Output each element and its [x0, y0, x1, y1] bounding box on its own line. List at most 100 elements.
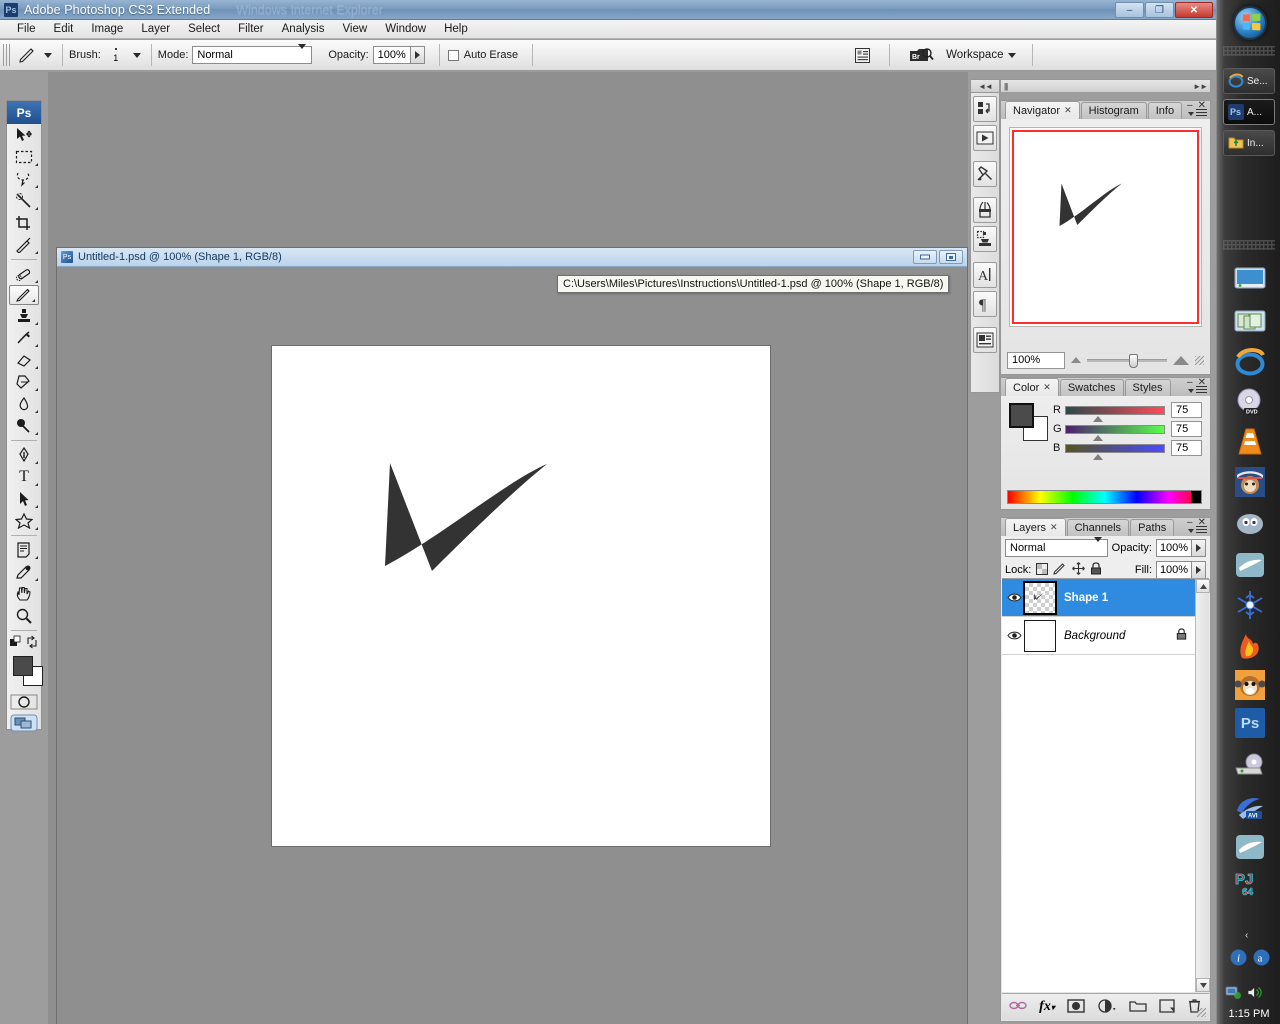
lock-position-icon[interactable]	[1072, 562, 1085, 578]
taskbar-clock[interactable]: 1:15 PM	[1217, 1008, 1280, 1020]
disc-burner-icon[interactable]	[1233, 748, 1267, 782]
maximize-button[interactable]: ❐	[1145, 2, 1174, 18]
flame-app-icon[interactable]	[1233, 628, 1267, 662]
navigator-panel-menu-button[interactable]	[1188, 109, 1207, 118]
workspace-button[interactable]: Workspace	[946, 49, 1016, 61]
layers-scroll-up-button[interactable]	[1196, 579, 1210, 593]
avi-codec-icon[interactable]: AVI	[1233, 790, 1267, 824]
layer-row-shape-1[interactable]: Shape 1	[1002, 579, 1209, 617]
layer-visibility-toggle-background[interactable]	[1004, 630, 1024, 641]
menu-help[interactable]: Help	[435, 21, 477, 37]
start-orb-icon[interactable]	[1233, 6, 1267, 40]
foreground-background-color-swatches[interactable]	[7, 652, 41, 692]
new-layer-icon[interactable]	[1159, 999, 1175, 1016]
tool-clone-stamp[interactable]	[7, 305, 41, 327]
b-value[interactable]: 75	[1171, 440, 1202, 456]
tab-color-close-icon[interactable]: ✕	[1043, 382, 1051, 393]
tool-presets-icon[interactable]	[973, 161, 997, 187]
volume-icon[interactable]	[1246, 985, 1263, 1003]
menu-layer[interactable]: Layer	[132, 21, 179, 37]
tab-channels[interactable]: Channels	[1067, 519, 1129, 536]
taskbar-button-instructions[interactable]: In...	[1223, 130, 1275, 156]
menu-filter[interactable]: Filter	[229, 21, 273, 37]
actions-play-icon[interactable]	[973, 125, 997, 151]
layers-opacity-input[interactable]: 100%	[1156, 539, 1192, 557]
tool-lasso[interactable]	[7, 168, 41, 190]
tool-notes[interactable]	[7, 539, 41, 561]
tab-layers[interactable]: Layers ✕	[1005, 518, 1066, 536]
layer-name-background[interactable]: Background	[1064, 630, 1125, 642]
tool-pencil[interactable]	[9, 285, 39, 305]
tool-magic-wand[interactable]	[7, 190, 41, 212]
layers-scroll-down-button[interactable]	[1196, 978, 1210, 992]
panels-expand-arrows-icon[interactable]: ►►	[1193, 82, 1207, 91]
foreground-color-swatch[interactable]	[13, 656, 33, 676]
tool-zoom[interactable]	[7, 605, 41, 627]
lock-image-pixels-icon[interactable]	[1053, 563, 1067, 578]
navigator-zoom-input[interactable]: 100%	[1007, 352, 1065, 369]
minimize-button[interactable]: –	[1115, 2, 1144, 18]
tab-layers-close-icon[interactable]: ✕	[1050, 522, 1058, 533]
navigator-zoom-slider-thumb[interactable]	[1129, 354, 1138, 368]
auto-erase-checkbox-row[interactable]: Auto Erase	[448, 49, 518, 61]
pencil-tool-icon[interactable]	[14, 44, 40, 66]
screen-mode-button[interactable]	[7, 712, 41, 734]
r-slider[interactable]	[1065, 406, 1165, 415]
openoffice-second-icon[interactable]	[1233, 830, 1267, 864]
layers-scrollbar[interactable]	[1195, 579, 1209, 992]
dvd-player-icon[interactable]: DVD	[1233, 385, 1267, 419]
tab-styles[interactable]: Styles	[1125, 379, 1171, 396]
options-bar-grip[interactable]	[3, 44, 12, 66]
switch-windows-icon[interactable]	[1233, 305, 1267, 339]
r-slider-thumb[interactable]	[1093, 416, 1103, 422]
tool-eraser[interactable]	[7, 349, 41, 371]
panels-collapse-bar[interactable]: ||| ►►	[1000, 79, 1211, 92]
layer-style-fx-icon[interactable]: fx▾	[1039, 999, 1055, 1015]
tool-path-selection[interactable]	[7, 488, 41, 510]
menu-file[interactable]: File	[8, 21, 45, 37]
tab-color[interactable]: Color ✕	[1005, 378, 1059, 396]
document-canvas-area[interactable]	[57, 267, 967, 1024]
tab-paths[interactable]: Paths	[1130, 519, 1174, 536]
zoom-in-icon[interactable]	[1173, 356, 1189, 365]
character-icon[interactable]: A	[973, 262, 997, 288]
link-layers-icon[interactable]	[1009, 1000, 1027, 1014]
tool-hand[interactable]	[7, 583, 41, 605]
new-fill-adjustment-layer-icon[interactable]	[1097, 999, 1117, 1016]
tool-blur[interactable]	[7, 393, 41, 415]
monkey-app-icon[interactable]	[1233, 465, 1267, 499]
layer-row-background[interactable]: Background	[1002, 617, 1209, 655]
color-foreground-swatch[interactable]	[1009, 403, 1034, 428]
black-swatch[interactable]	[1191, 491, 1201, 503]
pj64-emulator-icon[interactable]: PJ 64	[1233, 866, 1267, 900]
new-group-icon[interactable]	[1129, 999, 1147, 1015]
opacity-input[interactable]: 100%	[373, 46, 411, 64]
layer-blend-mode-select[interactable]: Normal	[1005, 539, 1108, 557]
info-tray-icon[interactable]: i	[1230, 949, 1247, 969]
tool-eyedropper[interactable]	[7, 561, 41, 583]
tray-expand-chevron-icon[interactable]: ‹	[1245, 930, 1248, 941]
snowflake-app-icon[interactable]	[1233, 588, 1267, 622]
lock-transparent-pixels-icon[interactable]	[1036, 563, 1048, 578]
taskbar-button-search[interactable]: Se...	[1223, 68, 1275, 94]
navigator-thumbnail[interactable]	[1009, 127, 1202, 327]
tool-gradient[interactable]	[7, 371, 41, 393]
document-minimize-button[interactable]	[913, 250, 937, 264]
default-colors-and-swap[interactable]	[7, 634, 41, 650]
tab-navigator-close-icon[interactable]: ✕	[1064, 105, 1072, 116]
brush-chevron-down-icon[interactable]	[133, 53, 141, 58]
menu-image[interactable]: Image	[82, 21, 132, 37]
quick-mask-toggle[interactable]	[7, 692, 41, 712]
g-value[interactable]: 75	[1171, 421, 1202, 437]
network-icon[interactable]	[1225, 985, 1242, 1003]
close-button[interactable]: ✕	[1175, 2, 1213, 18]
tab-navigator[interactable]: Navigator ✕	[1005, 101, 1080, 119]
fill-input[interactable]: 100%	[1156, 561, 1192, 579]
opacity-stepper-button[interactable]	[411, 46, 425, 64]
layers-opacity-stepper[interactable]	[1192, 539, 1206, 557]
r-value[interactable]: 75	[1171, 402, 1202, 418]
menu-view[interactable]: View	[333, 21, 376, 37]
g-slider-thumb[interactable]	[1093, 435, 1103, 441]
tool-preset-chevron-down-icon[interactable]	[44, 53, 52, 58]
lock-all-icon[interactable]	[1090, 562, 1102, 578]
